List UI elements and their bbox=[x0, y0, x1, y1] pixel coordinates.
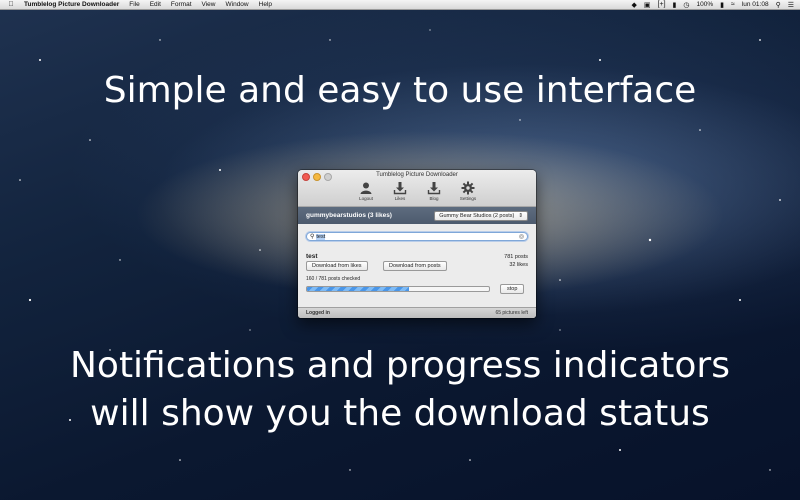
headline-bottom: Notifications and progress indicators wi… bbox=[0, 342, 800, 438]
blog-select-value: Gummy Bear Studios (2 posts) bbox=[439, 212, 515, 219]
toolbar-settings[interactable]: Settings bbox=[458, 181, 478, 201]
download-from-likes-button[interactable]: Download from likes bbox=[306, 261, 368, 271]
dropbox-icon[interactable]: ◆ bbox=[632, 1, 637, 9]
clear-search-icon[interactable]: ✕ bbox=[519, 234, 524, 239]
download-icon bbox=[393, 182, 407, 195]
search-icon: ⚲ bbox=[310, 234, 315, 240]
status-bar: Logged in 65 pictures left bbox=[298, 307, 536, 318]
search-field[interactable]: ⚲ test ✕ bbox=[306, 232, 528, 241]
account-header: gummybearstudios (3 likes) Gummy Bear St… bbox=[298, 207, 536, 224]
window-titlebar: Tumblelog Picture Downloader Logout Like… bbox=[298, 170, 536, 207]
menu-format[interactable]: Format bbox=[171, 1, 192, 8]
updown-icon: ⇕ bbox=[518, 212, 523, 219]
progress-label: 160 / 781 posts checked bbox=[306, 276, 361, 282]
pictures-left: 65 pictures left bbox=[495, 310, 528, 316]
search-value: test bbox=[316, 233, 326, 240]
wifi-icon[interactable]: ≈ bbox=[731, 1, 735, 8]
app-window: Tumblelog Picture Downloader Logout Like… bbox=[298, 170, 536, 318]
posts-count: 781 posts bbox=[504, 254, 528, 260]
menu-file[interactable]: File bbox=[129, 1, 139, 8]
menu-extras: ◆ ▣ [+] ▮ ◷ 100% ▮ ≈ lun 01:08 ⚲ ☰ bbox=[632, 1, 794, 9]
clock[interactable]: lun 01:08 bbox=[742, 1, 769, 8]
time-machine-icon[interactable]: ◷ bbox=[683, 1, 689, 9]
progress-bar bbox=[306, 286, 490, 292]
likes-count: 32 likes bbox=[509, 262, 528, 268]
main-panel: ⚲ test ✕ test 781 posts 32 likes Downloa… bbox=[298, 232, 536, 294]
apple-menu-icon[interactable]:  bbox=[6, 1, 16, 8]
meter-icon[interactable]: ▮ bbox=[673, 1, 677, 9]
menu-view[interactable]: View bbox=[202, 1, 216, 8]
headline-top: Simple and easy to use interface bbox=[103, 70, 697, 111]
notification-center-icon[interactable]: ☰ bbox=[788, 1, 794, 9]
bracket-icon[interactable]: [+] bbox=[658, 1, 666, 8]
spotlight-icon[interactable]: ⚲ bbox=[776, 1, 781, 9]
tag-info: test 781 posts 32 likes Download from li… bbox=[306, 253, 528, 273]
toolbar: Logout Likes Blog Settings bbox=[298, 181, 536, 201]
account-name: gummybearstudios (3 likes) bbox=[306, 212, 392, 219]
progress-fill bbox=[307, 287, 409, 291]
blog-select[interactable]: Gummy Bear Studios (2 posts) ⇕ bbox=[434, 210, 528, 221]
login-status: Logged in bbox=[306, 310, 330, 316]
menu-window[interactable]: Window bbox=[226, 1, 249, 8]
download-from-posts-button[interactable]: Download from posts bbox=[383, 261, 447, 271]
menu-help[interactable]: Help bbox=[259, 1, 272, 8]
user-icon bbox=[360, 182, 372, 194]
toolbar-blog[interactable]: Blog bbox=[424, 181, 444, 201]
menu-bar:  Tumblelog Picture Downloader File Edit… bbox=[0, 0, 800, 10]
progress-row: stop bbox=[306, 284, 528, 294]
headline-bottom-line-2: will show you the download status bbox=[90, 393, 710, 434]
window-title: Tumblelog Picture Downloader bbox=[376, 172, 458, 178]
battery-icon[interactable]: ▮ bbox=[720, 1, 724, 9]
toolbar-likes[interactable]: Likes bbox=[390, 181, 410, 201]
stop-button[interactable]: stop bbox=[500, 284, 525, 294]
menu-edit[interactable]: Edit bbox=[150, 1, 161, 8]
toolbar-logout[interactable]: Logout bbox=[356, 181, 376, 201]
tag-name: test bbox=[306, 253, 318, 260]
app-menu[interactable]: Tumblelog Picture Downloader bbox=[24, 1, 119, 8]
download-icon bbox=[427, 182, 441, 195]
display-icon[interactable]: ▣ bbox=[644, 1, 651, 9]
headline-bottom-line-1: Notifications and progress indicators bbox=[69, 345, 730, 386]
gear-icon bbox=[461, 181, 475, 195]
battery-percent: 100% bbox=[696, 1, 714, 8]
